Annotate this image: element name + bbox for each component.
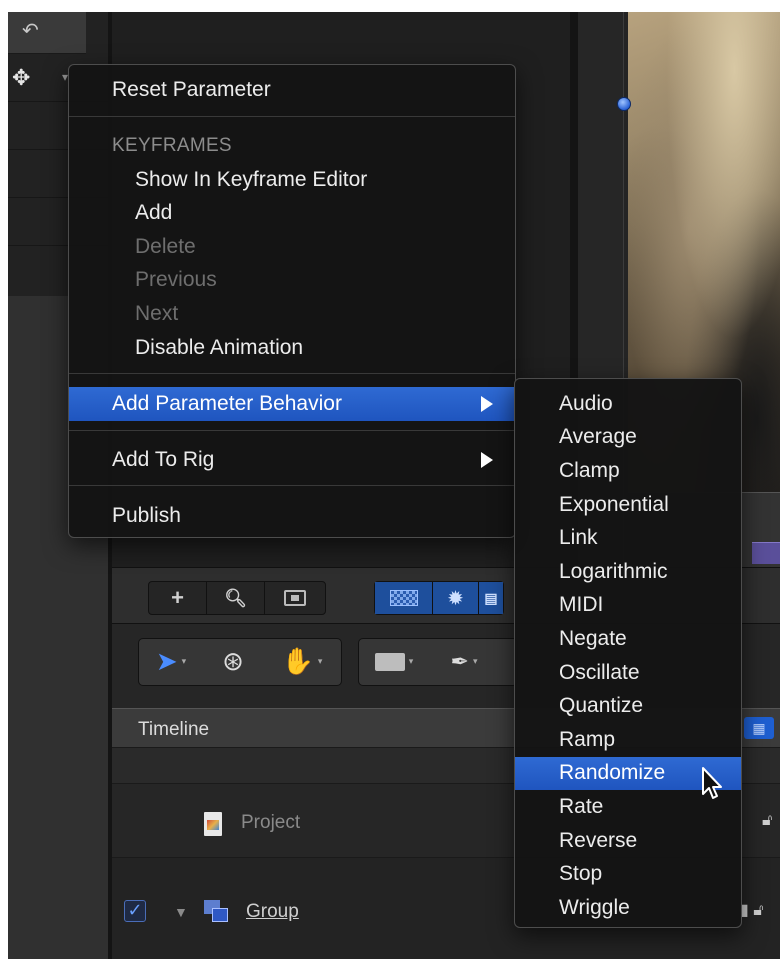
search-button[interactable]: 🔍︎ (207, 582, 265, 614)
menu-item-show-in-keyframe-editor[interactable]: Show In Keyframe Editor (69, 163, 515, 197)
parameter-context-menu: Reset Parameter KEYFRAMES Show In Keyfra… (68, 64, 516, 538)
menu-item-label: Add Parameter Behavior (112, 392, 342, 415)
search-icon: 🔍︎ (224, 587, 247, 609)
submenu-item-link[interactable]: Link (515, 521, 741, 555)
submenu-item-negate[interactable]: Negate (515, 622, 741, 656)
menu-separator (69, 116, 515, 117)
menu-item-publish[interactable]: Publish (69, 499, 515, 533)
orbit-tool[interactable]: ⊛ (203, 639, 263, 685)
menu-item-reset-parameter[interactable]: Reset Parameter (69, 73, 515, 107)
select-arrow-icon: ➤ (155, 647, 178, 677)
submenu-item-average[interactable]: Average (515, 421, 741, 455)
submenu-item-quantize[interactable]: Quantize (515, 689, 741, 723)
view-button-group: ✹ ▤ (374, 581, 504, 615)
pan-tool[interactable]: ✋ ▾ (263, 639, 341, 685)
submenu-item-reverse[interactable]: Reverse (515, 824, 741, 858)
lock-icon[interactable]: ▮ 🔓︎ (740, 900, 764, 920)
transform-tools-group: ➤ ▾ ⊛ ✋ ▾ (138, 638, 342, 686)
chevron-down-icon[interactable]: ▾ (318, 657, 323, 667)
keyframe-dot-icon[interactable] (617, 97, 631, 111)
menu-section-keyframes: KEYFRAMES (112, 135, 232, 156)
rectangle-tool[interactable]: ▾ (359, 639, 429, 685)
media-icon (284, 590, 306, 606)
gear-icon: ✹ (447, 586, 464, 610)
pen-icon: ✒ (450, 649, 469, 675)
add-button[interactable]: + (149, 582, 207, 614)
submenu-item-stop[interactable]: Stop (515, 857, 741, 891)
submenu-item-oscillate[interactable]: Oscillate (515, 656, 741, 690)
film-icon: ▤ (484, 589, 498, 606)
parameter-behavior-submenu: Audio Average Clamp Exponential Link Log… (514, 378, 742, 928)
submenu-item-clamp[interactable]: Clamp (515, 454, 741, 488)
settings-button[interactable]: ✹ (433, 582, 479, 614)
menu-item-add[interactable]: Add (69, 196, 515, 230)
pen-tool[interactable]: ✒ ▾ (429, 639, 499, 685)
film-button[interactable]: ▤ (479, 582, 503, 614)
submenu-arrow-icon (481, 396, 493, 412)
animation-diamond-icon[interactable]: ✥ (12, 66, 30, 91)
menu-item-label: Add To Rig (112, 448, 215, 471)
menu-item-disable-animation[interactable]: Disable Animation (69, 331, 515, 365)
mouse-pointer-icon (702, 767, 722, 799)
menu-item-previous: Previous (135, 268, 217, 291)
layer-visibility-checkbox[interactable]: ✓ (124, 900, 146, 922)
timeline-clip-bar[interactable] (752, 542, 780, 564)
menu-separator (69, 430, 515, 431)
media-button[interactable] (265, 582, 325, 614)
reset-button[interactable]: ↶ (8, 12, 86, 54)
submenu-item-logarithmic[interactable]: Logarithmic (515, 555, 741, 589)
group-label[interactable]: Group (246, 901, 299, 923)
rectangle-icon (374, 653, 405, 671)
film-icon[interactable]: ▦ (744, 717, 774, 739)
checker-icon (389, 590, 418, 606)
orbit-icon: ⊛ (222, 647, 244, 677)
shape-tools-group: ▾ ✒ ▾ (358, 638, 518, 686)
project-document-icon (204, 812, 222, 836)
undo-icon: ↶ (22, 18, 39, 42)
disclosure-triangle-icon[interactable]: ▼ (174, 904, 188, 920)
submenu-item-ramp[interactable]: Ramp (515, 723, 741, 757)
menu-item-delete: Delete (135, 235, 196, 258)
group-layer-icon (204, 900, 230, 922)
submenu-arrow-icon (481, 452, 493, 468)
hand-icon: ✋ (281, 647, 314, 677)
submenu-item-exponential[interactable]: Exponential (515, 488, 741, 522)
menu-separator (69, 485, 515, 486)
submenu-item-audio[interactable]: Audio (515, 387, 741, 421)
chevron-down-icon[interactable]: ▾ (409, 657, 414, 667)
menu-item-add-parameter-behavior[interactable]: Add Parameter Behavior (69, 387, 515, 421)
project-label: Project (241, 812, 301, 833)
timeline-title: Timeline (138, 719, 210, 740)
submenu-item-midi[interactable]: MIDI (515, 589, 741, 623)
lock-icon[interactable]: 🔓︎ (762, 812, 772, 830)
chevron-down-icon[interactable]: ▾ (182, 657, 187, 667)
library-button-group: + 🔍︎ (148, 581, 326, 615)
menu-item-add-to-rig[interactable]: Add To Rig (69, 443, 515, 477)
plus-icon: + (171, 585, 184, 610)
menu-item-next: Next (135, 302, 179, 325)
submenu-item-wriggle[interactable]: Wriggle (515, 891, 741, 925)
menu-separator (69, 373, 515, 374)
select-tool[interactable]: ➤ ▾ (139, 639, 203, 685)
chevron-down-icon[interactable]: ▾ (473, 657, 478, 667)
checker-button[interactable] (375, 582, 433, 614)
